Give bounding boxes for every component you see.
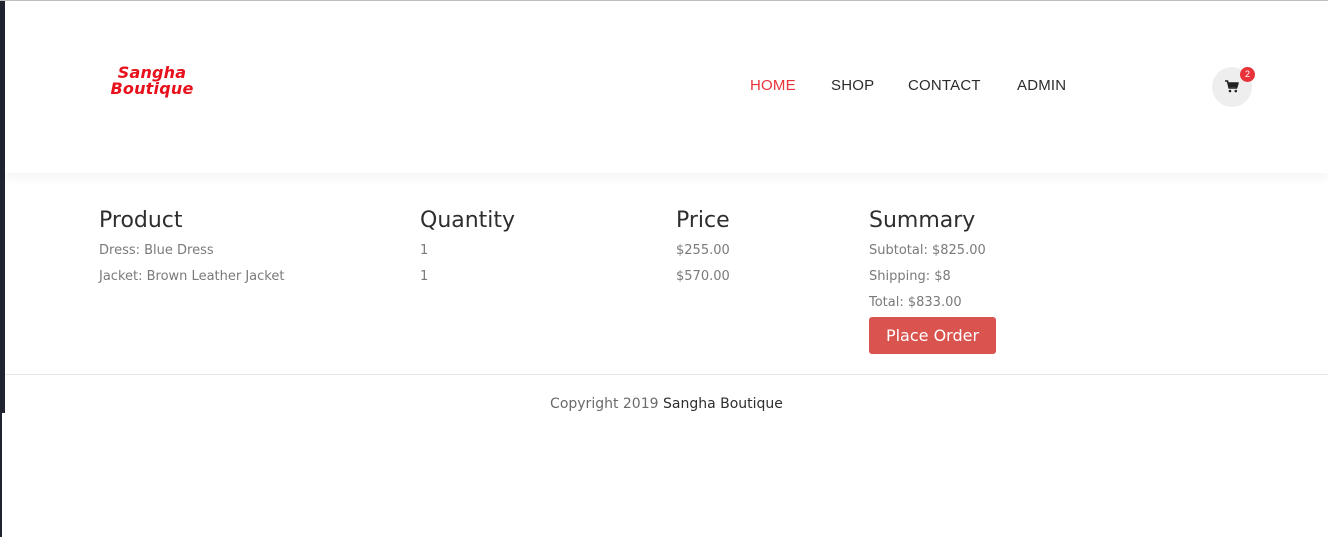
page: Sangha Boutique HOME SHOP CONTACT ADMIN …	[0, 0, 1328, 537]
site-footer: Copyright 2019 Sangha Boutique	[5, 396, 1328, 412]
shopping-cart-icon	[1225, 80, 1239, 93]
row-2-product: Jacket: Brown Leather Jacket	[99, 269, 285, 284]
header-price: Price	[676, 208, 730, 233]
place-order-button[interactable]: Place Order	[869, 317, 996, 354]
summary-subtotal: Subtotal: $825.00	[869, 243, 986, 258]
nav-shop[interactable]: SHOP	[831, 77, 874, 94]
header-summary: Summary	[869, 208, 976, 233]
copyright-text: Copyright 2019	[550, 396, 659, 412]
site-logo[interactable]: Sangha Boutique	[97, 65, 207, 97]
header-product: Product	[99, 208, 183, 233]
row-2-price: $570.00	[676, 269, 730, 284]
row-1-quantity: 1	[420, 243, 429, 258]
cart-count-badge: 2	[1240, 67, 1255, 82]
nav-home[interactable]: HOME	[750, 77, 796, 94]
window-edge-lower	[0, 413, 2, 537]
row-1-product: Dress: Blue Dress	[99, 243, 214, 258]
footer-divider	[5, 374, 1328, 375]
site-header: Sangha Boutique HOME SHOP CONTACT ADMIN …	[5, 1, 1328, 173]
nav-admin[interactable]: ADMIN	[1017, 77, 1066, 94]
row-1-price: $255.00	[676, 243, 730, 258]
header-quantity: Quantity	[420, 208, 516, 233]
summary-shipping: Shipping: $8	[869, 269, 951, 284]
row-2-quantity: 1	[420, 269, 429, 284]
footer-brand-link[interactable]: Sangha Boutique	[663, 396, 783, 412]
summary-total: Total: $833.00	[869, 295, 962, 310]
logo-line-2: Boutique	[110, 79, 194, 98]
nav-contact[interactable]: CONTACT	[908, 77, 981, 94]
cart-button[interactable]: 2	[1212, 67, 1255, 107]
